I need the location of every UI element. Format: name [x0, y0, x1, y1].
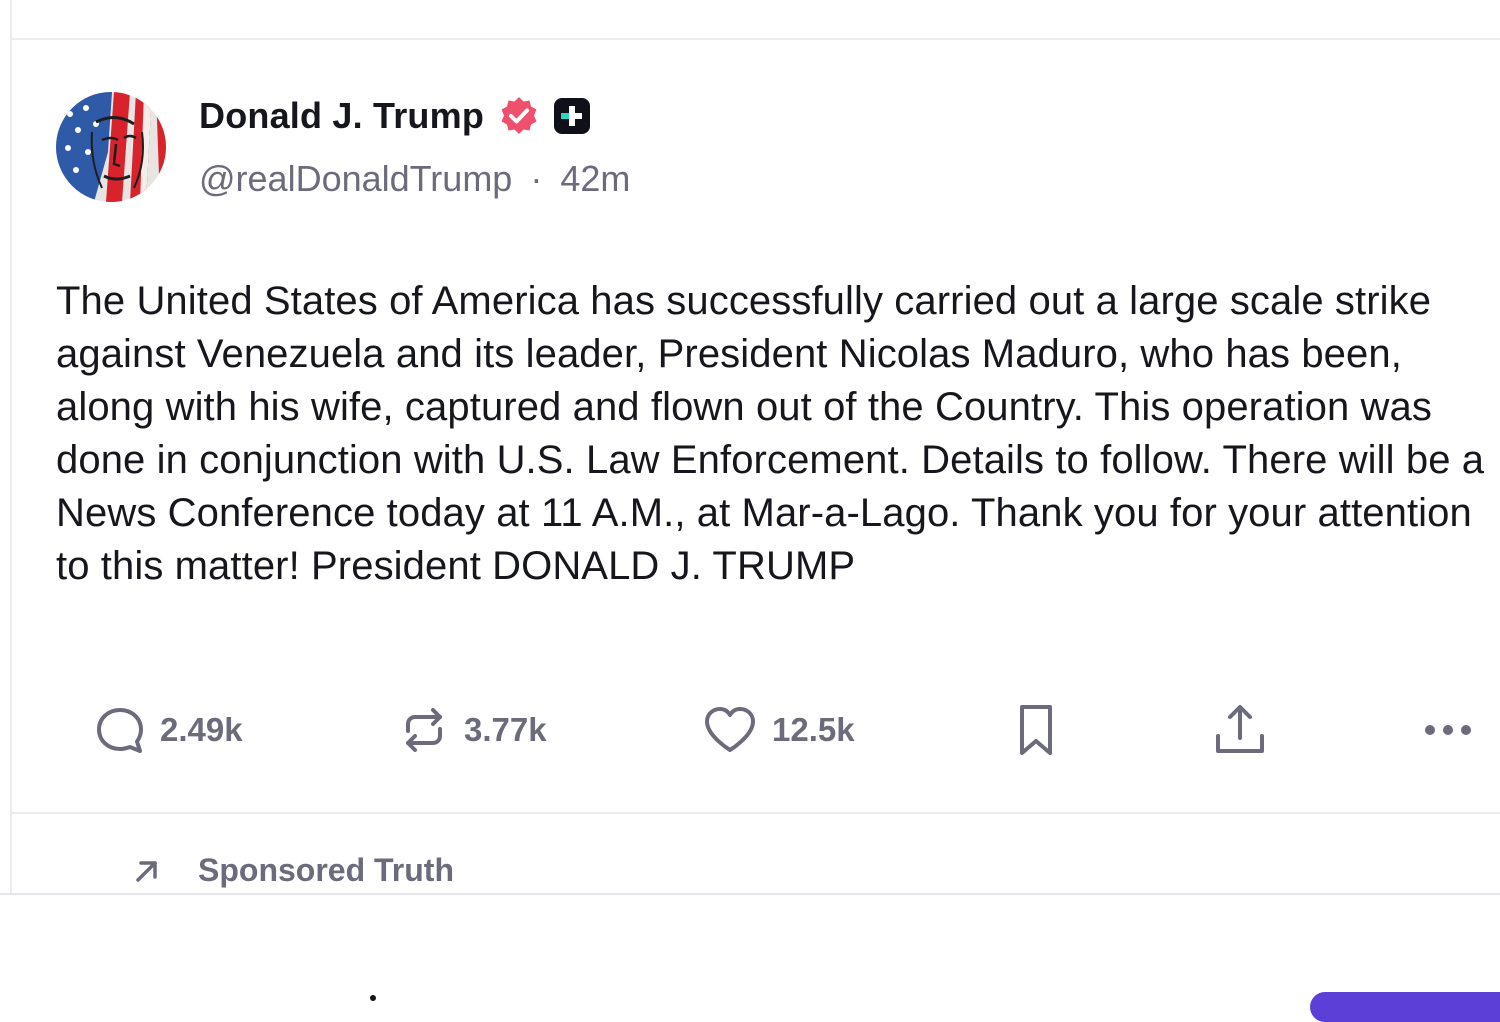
post-card[interactable]: Donald J. Trump @realDonaldTrump · 42m T…	[12, 40, 1500, 812]
like-count: 12.5k	[772, 711, 855, 748]
author-handle[interactable]: @realDonaldTrump	[199, 158, 512, 199]
plus-badge-icon	[552, 96, 592, 136]
post-body-text: The United States of America has success…	[56, 279, 1485, 588]
footer-accent-button[interactable]	[1310, 992, 1500, 1022]
reply-count: 2.49k	[160, 711, 243, 748]
post-action-bar: 2.49k 3.77k 12.5k	[12, 695, 1500, 765]
timeline-feed: Donald J. Trump @realDonaldTrump · 42m T…	[10, 0, 1500, 893]
sponsored-truth-header[interactable]: Sponsored Truth	[130, 852, 454, 889]
more-icon	[1425, 725, 1471, 735]
reply-button[interactable]: 2.49k	[94, 695, 243, 765]
author-name-row: Donald J. Trump	[199, 92, 592, 140]
share-icon	[1216, 705, 1264, 753]
post-timestamp[interactable]: 42m	[560, 158, 630, 199]
retruth-button[interactable]: 3.77k	[398, 695, 547, 765]
sponsored-label: Sponsored Truth	[198, 852, 454, 888]
author-display-name[interactable]: Donald J. Trump	[199, 95, 484, 137]
reply-icon	[97, 708, 143, 753]
avatar-image	[56, 92, 166, 202]
author-handle-row: @realDonaldTrump · 42m	[199, 158, 630, 200]
retruth-count: 3.77k	[464, 711, 547, 748]
heart-icon	[705, 707, 755, 752]
bookmark-icon	[1020, 705, 1052, 755]
share-button[interactable]	[1212, 695, 1268, 765]
bottom-panel	[0, 893, 1500, 1022]
footer-dot	[370, 995, 376, 1001]
avatar[interactable]	[56, 92, 166, 202]
arrow-up-right-icon	[136, 860, 157, 882]
bookmark-button[interactable]	[1016, 695, 1056, 765]
meta-separator: ·	[530, 158, 543, 199]
repost-icon	[406, 708, 442, 752]
more-options-button[interactable]	[1420, 695, 1476, 765]
verified-badge-icon	[498, 95, 540, 137]
like-button[interactable]: 12.5k	[702, 695, 855, 765]
post-divider	[12, 812, 1500, 814]
